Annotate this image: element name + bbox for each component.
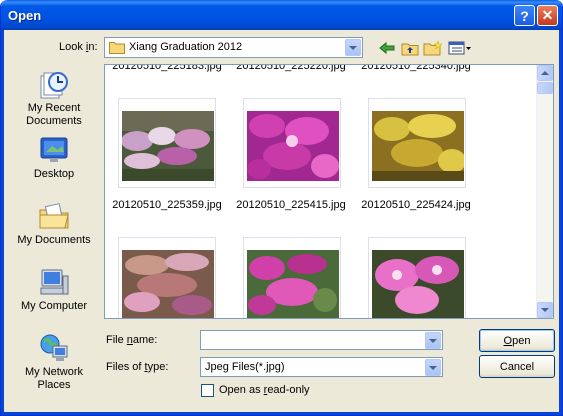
place-my-network-places[interactable]: My Network Places [7, 328, 101, 392]
open-button-label: Open [503, 334, 531, 347]
orchid-photo-image [372, 111, 464, 181]
close-icon: ✕ [541, 7, 554, 23]
orchid-photo-image [372, 250, 464, 318]
back-arrow-icon [379, 41, 395, 55]
scroll-up-arrow-icon[interactable] [537, 65, 553, 81]
file-thumbnail[interactable] [243, 98, 341, 188]
new-folder-button[interactable] [423, 39, 443, 57]
new-folder-icon [423, 40, 443, 56]
window-border [1, 30, 4, 415]
read-only-checkbox[interactable] [201, 384, 214, 397]
file-thumbnail[interactable] [368, 98, 466, 188]
back-button[interactable] [377, 39, 397, 57]
place-label: My Recent Documents [26, 102, 82, 127]
window-border [1, 412, 562, 415]
look-in-combo[interactable]: Xiang Graduation 2012 [104, 37, 363, 58]
cancel-button[interactable]: Cancel [479, 355, 555, 378]
recent-documents-icon [40, 72, 68, 99]
open-button[interactable]: Open [479, 329, 555, 352]
file-name-label: File name: [106, 334, 158, 346]
place-label: My Documents [17, 234, 91, 246]
file-name-label[interactable]: 20120510_225359.jpg [105, 199, 229, 211]
orchid-photo-image [247, 250, 339, 318]
orchid-photo-image [122, 111, 214, 181]
place-label: My Network Places [24, 366, 84, 391]
files-of-type-value: Jpeg Files(*.jpg) [205, 361, 285, 373]
desktop-icon [40, 137, 68, 162]
title-bar[interactable]: Open ? ✕ [1, 0, 562, 30]
file-thumbnail[interactable] [368, 237, 466, 318]
scroll-down-arrow-icon[interactable] [537, 302, 553, 318]
file-name-label[interactable]: 20120510_225220.jpg [229, 65, 353, 72]
file-thumbnail[interactable] [243, 237, 341, 318]
files-of-type-label: Files of type: [106, 361, 169, 373]
place-desktop[interactable]: Desktop [7, 130, 101, 194]
look-in-label: Look in: [59, 41, 98, 53]
window-title: Open [8, 8, 42, 23]
place-label: Desktop [33, 168, 75, 180]
chevron-down-icon[interactable] [345, 39, 361, 56]
close-button[interactable]: ✕ [537, 5, 558, 26]
orchid-photo-image [247, 111, 339, 181]
window-border [559, 30, 562, 415]
read-only-label[interactable]: Open as read-only [219, 384, 310, 396]
cancel-button-label: Cancel [499, 360, 535, 373]
orchid-photo-image [122, 250, 214, 318]
file-name-label[interactable]: 20120510_225424.jpg [354, 199, 478, 211]
file-thumbnail[interactable] [118, 98, 216, 188]
file-name-label[interactable]: 20120510_225340.jpg [354, 65, 478, 72]
view-menu-icon [448, 41, 471, 55]
my-documents-icon [39, 203, 69, 229]
views-menu-button[interactable] [447, 39, 473, 57]
open-dialog: Open ? ✕ Look in: Xiang Graduation 2012 [0, 0, 563, 416]
network-places-icon [40, 334, 68, 361]
chevron-down-icon[interactable] [425, 359, 441, 376]
help-button[interactable]: ? [514, 5, 535, 26]
place-label: My Computer [20, 300, 88, 312]
up-one-level-button[interactable] [400, 39, 420, 57]
help-icon: ? [520, 7, 529, 24]
look-in-value: Xiang Graduation 2012 [129, 41, 243, 53]
folder-icon [109, 42, 125, 54]
file-name-label[interactable]: 20120510_225415.jpg [229, 199, 353, 211]
place-my-recent-documents[interactable]: My Recent Documents [7, 64, 101, 128]
place-my-computer[interactable]: My Computer [7, 262, 101, 326]
file-name-input[interactable] [200, 330, 443, 350]
files-of-type-select[interactable]: Jpeg Files(*.jpg) [200, 357, 443, 377]
file-thumbnail[interactable] [118, 237, 216, 318]
scroll-thumb[interactable] [537, 82, 553, 94]
my-computer-icon [40, 269, 69, 295]
file-name-label[interactable]: 20120510_225183.jpg [105, 65, 229, 72]
up-folder-icon [401, 43, 419, 55]
place-my-documents[interactable]: My Documents [7, 196, 101, 260]
chevron-down-icon[interactable] [425, 332, 441, 349]
file-list[interactable]: 20120510_225183.jpg 20120510_225220.jpg … [104, 64, 554, 319]
vertical-scrollbar[interactable] [536, 65, 553, 318]
